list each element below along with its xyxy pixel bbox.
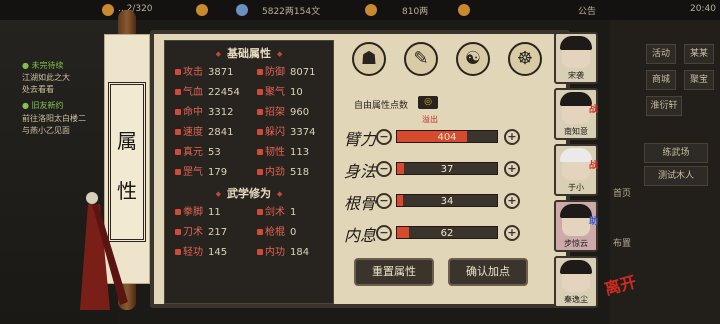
quest-desc: 处去看看 xyxy=(22,85,54,94)
copper-counter: 5822两154文 xyxy=(262,7,321,17)
hit-icon xyxy=(175,109,181,115)
dodge-icon xyxy=(257,129,263,135)
silver-counter: 810两 xyxy=(402,7,429,17)
clock: 20:40 xyxy=(690,4,716,14)
stat-parry: 招架 960 xyxy=(257,103,309,118)
plus-button[interactable]: + xyxy=(504,129,520,145)
neijin-icon xyxy=(257,169,263,175)
quest-desc: 前往洛阳太白楼二 xyxy=(22,114,86,123)
meditate-avatar-icon[interactable]: ☸ xyxy=(508,42,542,76)
points-column: ☗ ✎ ☯ ☸ 自由属性点数 ◎ 溢出 臂力 − 404 + 身法 − 37 +… xyxy=(344,40,566,304)
zhenyuan-icon xyxy=(175,149,181,155)
plus-button[interactable]: + xyxy=(504,225,520,241)
attributes-panel: 基础属性 攻击3871 防御8071 气血22454 聚气10 命中3312 招… xyxy=(150,30,570,308)
hero-card[interactable]: 南知意 战 xyxy=(554,88,598,140)
stats-column: 基础属性 攻击3871 防御8071 气血22454 聚气10 命中3312 招… xyxy=(164,40,334,304)
minus-button[interactable]: − xyxy=(376,129,392,145)
gather-icon xyxy=(257,89,263,95)
activity-button[interactable]: 活动 xyxy=(646,44,676,64)
copper-icon xyxy=(236,4,248,16)
stat-lightness: 轻功 145 xyxy=(175,243,227,258)
sword-icon xyxy=(257,209,263,215)
warrior-avatar-icon[interactable]: ☗ xyxy=(352,42,386,76)
defense-icon xyxy=(257,69,263,75)
training-ground-button[interactable]: 练武场 xyxy=(644,143,708,163)
plus-button[interactable]: + xyxy=(504,161,520,177)
gangqi-icon xyxy=(175,169,181,175)
stat-blade: 刀术 217 xyxy=(175,223,227,238)
toughness-icon xyxy=(257,149,263,155)
minus-button[interactable]: − xyxy=(376,193,392,209)
quest-title[interactable]: ● 旧友新约 xyxy=(22,100,64,111)
basic-attr-title: 基础属性 xyxy=(165,45,333,61)
layout-tab[interactable]: 布置 xyxy=(610,236,634,264)
progress-bar: 37 xyxy=(396,162,498,175)
menu-button-2[interactable]: 某某 xyxy=(684,44,714,64)
speed-icon xyxy=(175,129,181,135)
stat-speed: 速度 2841 xyxy=(175,123,233,138)
shop-button[interactable]: 商城 xyxy=(646,70,676,90)
minus-button[interactable]: − xyxy=(376,161,392,177)
stat-hp: 气血 22454 xyxy=(175,83,240,98)
parry-icon xyxy=(257,109,263,115)
hp-icon xyxy=(175,89,181,95)
tassel-icon xyxy=(80,192,128,310)
plus-button[interactable]: + xyxy=(504,193,520,209)
taiji-avatar-icon[interactable]: ☯ xyxy=(456,42,490,76)
stat-dodge: 躲闪 3374 xyxy=(257,123,315,138)
scholar-avatar-icon[interactable]: ✎ xyxy=(404,42,438,76)
add-silver-icon[interactable] xyxy=(458,4,470,16)
free-points-label: 自由属性点数 xyxy=(354,101,409,111)
hero-card[interactable]: 秦逸尘 xyxy=(554,256,598,308)
hero-card[interactable]: 宋袭 xyxy=(554,32,598,84)
battle-tag: 战 xyxy=(588,161,598,171)
fist-icon xyxy=(175,209,181,215)
dummy-test-button[interactable]: 测试木人 xyxy=(644,166,708,186)
notice-button[interactable]: 公告 xyxy=(578,4,596,17)
stat-defense: 防御 8071 xyxy=(257,63,315,78)
coin-icon: ◎ xyxy=(418,96,438,109)
stat-sword: 剑术 1 xyxy=(257,203,296,218)
point-row-breath: 内息 − 62 + xyxy=(344,222,566,245)
stat-neijin: 内劲 518 xyxy=(257,163,309,178)
progress-bar: 404 xyxy=(396,130,498,143)
silver-icon xyxy=(365,4,377,16)
attack-icon xyxy=(175,69,181,75)
add-icon[interactable] xyxy=(196,4,208,16)
minus-button[interactable]: − xyxy=(376,225,392,241)
battle-tag: 战 xyxy=(588,105,598,115)
stat-attack: 攻击 3871 xyxy=(175,63,233,78)
hero-card[interactable]: 于小 战 xyxy=(554,144,598,196)
stat-gather: 聚气 10 xyxy=(257,83,303,98)
blade-icon xyxy=(175,229,181,235)
quest-desc: 江湖如此之大 xyxy=(22,73,70,82)
reset-attributes-button[interactable]: 重置属性 xyxy=(354,258,434,286)
quest-desc: 与燕小乙见面 xyxy=(22,126,70,135)
lightness-icon xyxy=(175,249,181,255)
overflow-label: 溢出 xyxy=(422,115,438,124)
stat-hit: 命中 3312 xyxy=(175,103,233,118)
treasure-button[interactable]: 聚宝 xyxy=(684,70,714,90)
stat-spear: 枪棍 0 xyxy=(257,223,296,238)
stat-zhenyuan: 真元 53 xyxy=(175,143,221,158)
confirm-points-button[interactable]: 确认加点 xyxy=(448,258,528,286)
stat-fist: 拳脚 11 xyxy=(175,203,221,218)
quest-title[interactable]: ● 未完待续 xyxy=(22,60,64,71)
progress-bar: 62 xyxy=(396,226,498,239)
point-row-strength: 臂力 − 404 + xyxy=(344,126,566,149)
point-row-constitution: 根骨 − 34 + xyxy=(344,190,566,213)
seal-char-1: 属 xyxy=(117,129,137,153)
spear-icon xyxy=(257,229,263,235)
stat-gangqi: 罡气 179 xyxy=(175,163,227,178)
inner-icon xyxy=(257,249,263,255)
stat-toughness: 韧性 113 xyxy=(257,143,309,158)
hero-card[interactable]: 步惊云 助 xyxy=(554,200,598,252)
stat-inner: 内功 184 xyxy=(257,243,309,258)
home-tab[interactable]: 首页 xyxy=(610,186,634,214)
point-row-agility: 身法 − 37 + xyxy=(344,158,566,181)
pavilion-button[interactable]: 淮衍轩 xyxy=(646,96,682,116)
assist-tag: 助 xyxy=(588,217,598,227)
martial-title: 武学修为 xyxy=(165,185,333,201)
progress-bar: 34 xyxy=(396,194,498,207)
